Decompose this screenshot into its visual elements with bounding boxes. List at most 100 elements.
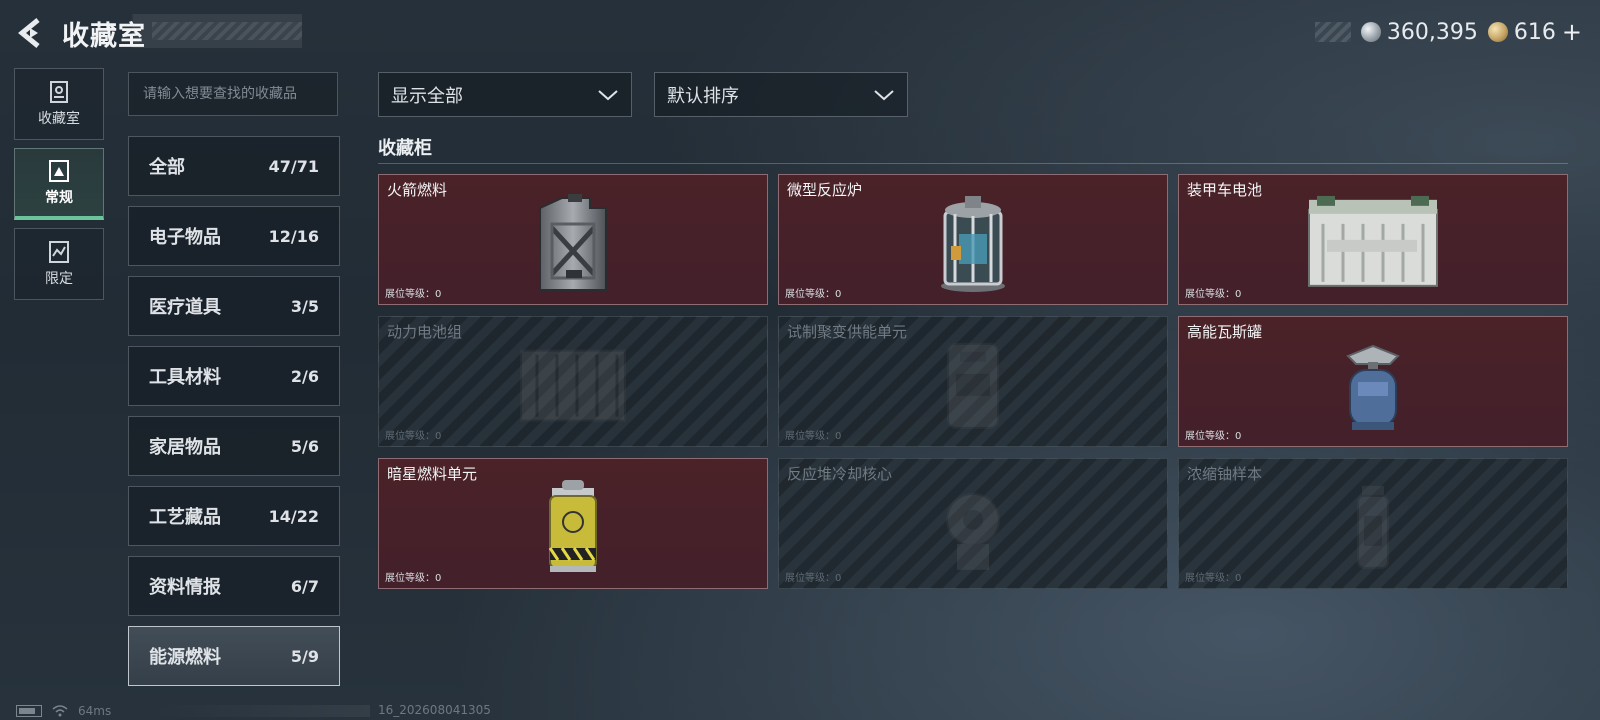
booth-level: 展位等级：0 [785,289,842,300]
category-count: 6/7 [290,576,319,596]
side-nav-regular[interactable]: 常规 [14,148,104,220]
side-nav-collection-room[interactable]: 收藏室 [14,68,104,140]
micro-reactor-icon [941,195,1005,292]
item-name: 高能瓦斯罐 [1187,323,1263,341]
collection-card[interactable]: 微型反应炉 展位等级：0 [778,174,1168,305]
display-filter-dropdown[interactable]: 显示全部 [378,72,632,117]
display-filter-value: 显示全部 [391,85,463,107]
page-title: 收藏室 [62,21,146,52]
category-name: 电子物品 [149,227,221,248]
item-name: 试制聚变供能单元 [787,323,908,341]
add-currency-button[interactable]: + [1562,20,1582,44]
search-field [128,72,338,116]
search-input[interactable] [129,73,337,115]
title-banner: 收藏室 [58,14,302,52]
wifi-icon [52,705,68,717]
category-count: 5/9 [290,646,319,666]
category-name: 全部 [149,157,185,178]
sort-dropdown[interactable]: 默认排序 [654,72,908,117]
item-name: 装甲车电池 [1187,181,1263,199]
booth-level: 展位等级：0 [785,431,842,442]
category-tools[interactable]: 工具材料 2/6 [128,346,340,406]
collection-card[interactable]: 火箭燃料 展位等级：0 [378,174,768,305]
category-medical[interactable]: 医疗道具 3/5 [128,276,340,336]
side-nav-limited[interactable]: 限定 [14,228,104,300]
category-electronics[interactable]: 电子物品 12/16 [128,206,340,266]
category-crafts[interactable]: 工艺藏品 14/22 [128,486,340,546]
category-all[interactable]: 全部 47/71 [128,136,340,196]
collection-card[interactable]: 高能瓦斯罐 展位等级：0 [1178,316,1568,447]
collection-card[interactable]: 暗星燃料单元 展位等级：0 [378,458,768,589]
battery-icon [16,705,42,717]
silver-coin-icon [1360,22,1381,42]
regular-icon [49,159,69,182]
booth-level: 展位等级：0 [1185,431,1242,442]
section-divider [378,163,1568,164]
currency-bar: 360,395 616 + [1314,18,1582,46]
side-nav-label: 收藏室 [38,111,80,127]
section-title: 收藏柜 [378,138,432,159]
gold-amount: 616 [1513,19,1556,45]
category-count: 5/6 [290,436,319,456]
category-energy-fuel[interactable]: 能源燃料 5/9 [128,626,340,686]
build-id: 16_202608041305 [378,703,491,717]
item-name: 动力电池组 [387,323,463,341]
category-count: 12/16 [268,226,319,246]
item-name: 火箭燃料 [387,181,448,199]
side-nav: 收藏室 常规 限定 [14,68,106,308]
category-count: 47/71 [268,156,319,176]
booth-level: 展位等级：0 [385,431,442,442]
gas-tank-icon [1346,344,1400,430]
currency-gold: 616 + [1487,19,1582,45]
booth-level: 展位等级：0 [1185,573,1242,584]
item-name: 浓缩铀样本 [1187,465,1263,483]
category-count: 3/5 [290,296,319,316]
currency-silver: 360,395 [1360,19,1478,45]
category-name: 医疗道具 [149,297,221,318]
booth-level: 展位等级：0 [385,573,442,584]
category-list: 全部 47/71 电子物品 12/16 医疗道具 3/5 工具材料 2/6 家居… [128,136,340,696]
category-count: 14/22 [268,506,319,526]
category-household[interactable]: 家居物品 5/6 [128,416,340,476]
cooling-core-icon [946,492,1000,570]
booth-level: 展位等级：0 [1185,289,1242,300]
category-name: 工艺藏品 [149,507,221,528]
vehicle-battery-icon [1308,195,1438,287]
category-name: 资料情报 [149,577,221,598]
chevron-down-icon [598,89,618,100]
gold-coin-icon [1487,22,1508,42]
category-count: 2/6 [290,366,319,386]
booth-level: 展位等级：0 [385,289,442,300]
fuel-canister-icon [539,193,607,291]
build-bar-decoration [150,705,370,717]
category-name: 工具材料 [149,367,221,388]
collection-card[interactable]: 动力电池组 展位等级：0 [378,316,768,447]
fusion-unit-icon [947,342,999,429]
booth-level: 展位等级：0 [785,573,842,584]
status-bar: 64ms [16,703,111,719]
silver-amount: 360,395 [1386,19,1478,45]
limited-icon [49,241,69,263]
back-arrow-icon[interactable] [16,16,46,50]
uranium-sample-icon [1357,485,1389,569]
category-name: 能源燃料 [149,647,221,668]
top-bar: 收藏室 360,395 616 + [0,0,1600,64]
side-nav-label: 限定 [45,271,73,287]
collection-card[interactable]: 试制聚变供能单元 展位等级：0 [778,316,1168,447]
chevron-down-icon [874,89,894,100]
collection-card[interactable]: 浓缩铀样本 展位等级：0 [1178,458,1568,589]
sort-value: 默认排序 [667,85,739,107]
fuel-cell-icon [548,479,597,572]
collection-room-icon [50,81,68,103]
collection-card[interactable]: 反应堆冷却核心 展位等级：0 [778,458,1168,589]
ping-value: 64ms [78,704,112,718]
category-name: 家居物品 [149,437,221,458]
collection-grid: 火箭燃料 展位等级：0 微型反应炉 展位等级：0 装甲车电池 展位等级：0 动力… [378,174,1570,589]
currency-decoration [1314,22,1351,42]
category-intel[interactable]: 资料情报 6/7 [128,556,340,616]
battery-pack-icon [520,349,626,422]
side-nav-label: 常规 [45,189,73,206]
item-name: 反应堆冷却核心 [787,465,893,483]
item-name: 暗星燃料单元 [387,465,478,483]
collection-card[interactable]: 装甲车电池 展位等级：0 [1178,174,1568,305]
